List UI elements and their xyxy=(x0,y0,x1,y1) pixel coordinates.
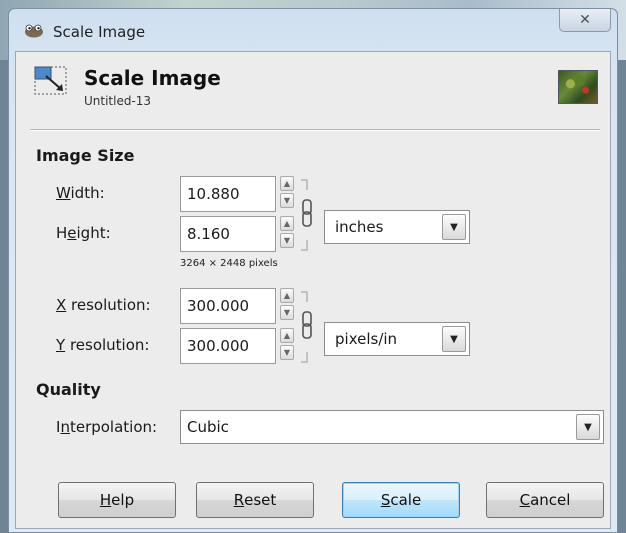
spin-up-icon[interactable]: ▲ xyxy=(280,176,294,191)
chevron-down-icon[interactable]: ▼ xyxy=(442,214,466,240)
header-separator xyxy=(30,129,600,131)
title-bar[interactable]: Scale Image ✕ xyxy=(9,9,617,51)
window-title: Scale Image xyxy=(53,23,146,41)
spin-down-icon[interactable]: ▼ xyxy=(280,305,294,320)
quality-heading: Quality xyxy=(36,380,101,399)
image-name: Untitled-13 xyxy=(84,94,152,108)
cancel-button[interactable]: Cancel xyxy=(486,482,604,518)
interpolation-select[interactable]: Cubic ▼ xyxy=(180,410,604,444)
close-button[interactable]: ✕ xyxy=(559,9,611,32)
close-icon: ✕ xyxy=(579,12,591,28)
interpolation-label: Interpolation: xyxy=(56,418,158,436)
interpolation-value: Cubic xyxy=(187,418,229,436)
spin-down-icon[interactable]: ▼ xyxy=(280,193,294,208)
width-spin-buttons[interactable]: ▲ ▼ xyxy=(280,176,296,212)
y-resolution-spin-buttons[interactable]: ▲ ▼ xyxy=(280,328,296,364)
spin-down-icon[interactable]: ▼ xyxy=(280,345,294,360)
height-spin-buttons[interactable]: ▲ ▼ xyxy=(280,216,296,252)
y-resolution-label: Y resolution: xyxy=(56,336,150,354)
x-resolution-spin-buttons[interactable]: ▲ ▼ xyxy=(280,288,296,324)
chevron-down-icon[interactable]: ▼ xyxy=(576,414,600,440)
spin-up-icon[interactable]: ▲ xyxy=(280,288,294,303)
chevron-down-icon[interactable]: ▼ xyxy=(442,326,466,352)
resolution-unit-select[interactable]: pixels/in ▼ xyxy=(324,322,470,356)
width-input[interactable]: 10.880 xyxy=(180,176,276,212)
size-unit-value: inches xyxy=(335,218,384,236)
spin-down-icon[interactable]: ▼ xyxy=(280,233,294,248)
help-button[interactable]: Help xyxy=(58,482,176,518)
height-input[interactable]: 8.160 xyxy=(180,216,276,252)
pixel-dimensions: 3264 × 2448 pixels xyxy=(180,258,278,269)
dialog-heading: Scale Image xyxy=(84,66,221,90)
reset-button[interactable]: Reset xyxy=(196,482,314,518)
image-thumbnail xyxy=(558,70,598,104)
gimp-app-icon xyxy=(25,24,43,38)
image-size-heading: Image Size xyxy=(36,146,135,165)
scale-image-window: Scale Image ✕ Scale Image Untitled-13 Im… xyxy=(8,8,618,533)
scale-button[interactable]: Scale xyxy=(342,482,460,518)
spin-up-icon[interactable]: ▲ xyxy=(280,216,294,231)
chain-link-icon[interactable] xyxy=(297,178,321,252)
scale-image-icon xyxy=(34,66,67,95)
y-resolution-input[interactable]: 300.000 xyxy=(180,328,276,364)
x-resolution-input[interactable]: 300.000 xyxy=(180,288,276,324)
spin-up-icon[interactable]: ▲ xyxy=(280,328,294,343)
dialog-content: Scale Image Untitled-13 Image Size Width… xyxy=(15,51,611,529)
resolution-unit-value: pixels/in xyxy=(335,330,398,348)
height-label: Height: xyxy=(56,224,111,242)
resolution-chain-icon[interactable] xyxy=(297,290,321,364)
x-resolution-label: X resolution: xyxy=(56,296,151,314)
width-label: Width: xyxy=(56,184,105,202)
size-unit-select[interactable]: inches ▼ xyxy=(324,210,470,244)
